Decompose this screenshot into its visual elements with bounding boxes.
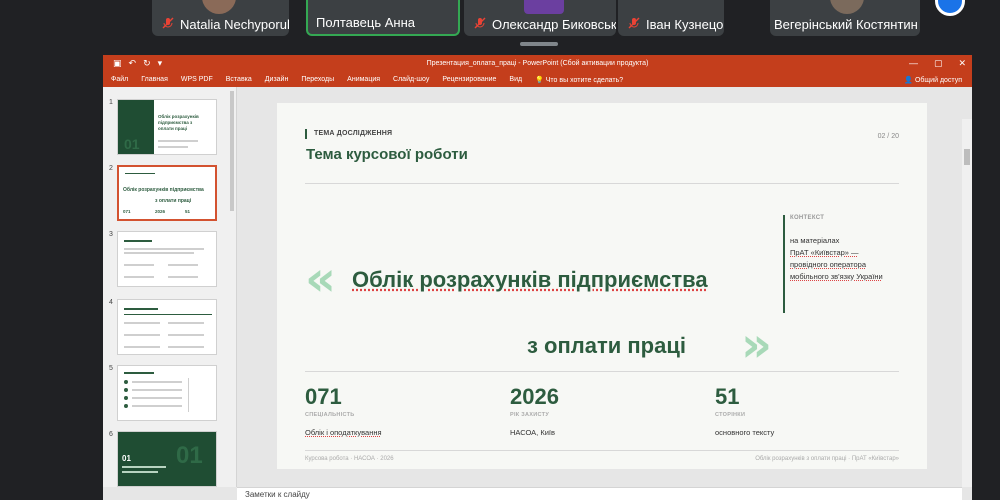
participant-tile-3[interactable]: Олександр Биковський xyxy=(464,0,616,36)
participant-name: Олександр Биковський xyxy=(492,17,616,32)
slide-editor[interactable]: ТЕМА ДОСЛІДЖЕННЯ Тема курсової роботи 02… xyxy=(237,87,962,487)
avatar xyxy=(202,0,236,14)
participant-tile-5[interactable]: Вегерінський Костянтин xyxy=(770,0,920,36)
participant-name: Вегерінський Костянтин xyxy=(774,17,918,32)
title-bar: ▣ ↶ ↻ ▾ Презентация_оплата_праці - Power… xyxy=(103,55,972,72)
tab-design[interactable]: Дизайн xyxy=(265,76,289,83)
slide-scrollbar[interactable] xyxy=(962,119,972,487)
slide-thumbnail-3[interactable] xyxy=(117,231,217,287)
thumbnail-number: 3 xyxy=(109,231,113,238)
avatar xyxy=(524,0,564,14)
tab-wps-pdf[interactable]: WPS PDF xyxy=(181,76,213,83)
stat-value: 2026 xyxy=(510,384,559,409)
thumbnails-scrollbar[interactable] xyxy=(230,91,234,211)
stat-label: СПЕЦІАЛЬНІСТЬ xyxy=(305,412,355,418)
topic-line-1: Облік розрахунків підприємства xyxy=(352,267,708,292)
slide-thumbnail-1[interactable]: 01 Облік розрахунків підприємства з опла… xyxy=(117,99,217,155)
person-icon: 👤 xyxy=(904,76,914,84)
ribbon-tabs: Файл Главная WPS PDF Вставка Дизайн Пере… xyxy=(103,72,972,87)
close-button[interactable]: ✕ xyxy=(958,58,966,69)
footer-left: Курсова робота · НАСОА · 2026 xyxy=(305,456,394,462)
lightbulb-icon: 💡 xyxy=(535,76,544,84)
footer-right: Облік розрахунків з оплати праці · ПрАТ … xyxy=(755,456,899,462)
tab-file[interactable]: Файл xyxy=(111,76,128,83)
tab-insert[interactable]: Вставка xyxy=(226,76,252,83)
tab-review[interactable]: Рецензирование xyxy=(442,76,496,83)
powerpoint-window: ▣ ↶ ↻ ▾ Презентация_оплата_праці - Power… xyxy=(103,55,972,500)
stat-value: 071 xyxy=(305,384,342,409)
stat-label: РІК ЗАХИСТУ xyxy=(510,412,550,418)
current-slide[interactable]: ТЕМА ДОСЛІДЖЕННЯ Тема курсової роботи 02… xyxy=(277,103,927,469)
page-indicator: 02 / 20 xyxy=(877,133,899,140)
stat-text: Облік і оподаткування xyxy=(305,428,382,437)
meeting-action-button[interactable] xyxy=(935,0,965,16)
thumbnail-number: 4 xyxy=(109,299,113,306)
participant-tile-1[interactable]: Natalia Nechyporuk xyxy=(152,0,289,36)
share-button[interactable]: 👤 Общий доступ xyxy=(904,76,962,84)
stat-text: НАСОА, Київ xyxy=(510,428,555,437)
tab-home[interactable]: Главная xyxy=(141,76,168,83)
participant-name: Полтавець Анна xyxy=(316,15,415,30)
participant-tile-2[interactable]: Полтавець Анна xyxy=(306,0,460,36)
scrollbar-thumb[interactable] xyxy=(964,149,970,165)
slide-title: Тема курсової роботи xyxy=(306,146,468,163)
minimize-button[interactable]: — xyxy=(909,58,918,69)
section-label: ТЕМА ДОСЛІДЖЕННЯ xyxy=(305,129,392,139)
slide-thumbnail-6[interactable]: 01 01 xyxy=(117,431,217,487)
tab-animation[interactable]: Анимация xyxy=(347,76,380,83)
context-text: на матеріалах ПрАТ «Київстар» — провідно… xyxy=(790,236,883,281)
participant-name: Natalia Nechyporuk xyxy=(180,17,289,32)
topic-line-2: з оплати праці xyxy=(527,333,686,358)
participant-tile-4[interactable]: Іван Кузнецов xyxy=(618,0,724,36)
thumbnail-number: 6 xyxy=(109,431,113,438)
avatar xyxy=(830,0,864,14)
tell-me-box[interactable]: 💡 Что вы хотите сделать? xyxy=(535,76,623,84)
thumbnail-number: 1 xyxy=(109,99,113,106)
divider xyxy=(305,371,899,372)
stat-text: основного тексту xyxy=(715,428,775,437)
maximize-button[interactable]: ▢ xyxy=(934,58,943,69)
notes-pane[interactable]: Заметки к слайду xyxy=(237,487,962,500)
context-label: КОНТЕКСТ xyxy=(790,215,825,221)
thumbnail-number: 2 xyxy=(109,165,113,172)
tab-transitions[interactable]: Переходы xyxy=(301,76,334,83)
divider xyxy=(305,183,899,184)
mic-off-icon xyxy=(474,17,486,32)
context-accent-bar xyxy=(783,215,785,313)
slide-thumbnail-2[interactable]: Облік розрахунків підприємства з оплати … xyxy=(117,165,217,221)
mic-off-icon xyxy=(628,17,640,32)
stat-value: 51 xyxy=(715,384,740,409)
stat-label: СТОРІНКИ xyxy=(715,412,746,418)
window-title: Презентация_оплата_праці - PowerPoint (С… xyxy=(426,60,649,67)
divider xyxy=(305,450,899,451)
slide-thumbnail-5[interactable] xyxy=(117,365,217,421)
drag-handle[interactable] xyxy=(520,42,558,46)
close-quote-icon: » xyxy=(741,317,773,373)
thumbnail-number: 5 xyxy=(109,365,113,372)
participant-name: Іван Кузнецов xyxy=(646,17,724,32)
tab-view[interactable]: Вид xyxy=(509,76,522,83)
open-quote-icon: « xyxy=(305,251,337,307)
tab-slideshow[interactable]: Слайд-шоу xyxy=(393,76,429,83)
mic-off-icon xyxy=(162,17,174,32)
slide-thumbnail-4[interactable] xyxy=(117,299,217,355)
slide-thumbnails-panel[interactable]: 1 01 Облік розрахунків підприємства з оп… xyxy=(103,87,237,487)
